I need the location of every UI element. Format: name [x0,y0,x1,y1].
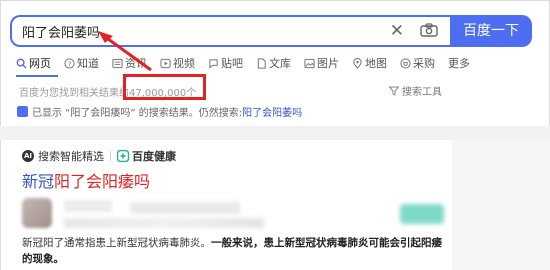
svg-text:?: ? [68,59,72,68]
search-box[interactable]: 阳了会阳萎吗 ✕ [10,15,450,47]
blurred-avatar [22,198,52,228]
ai-icon: AI [22,150,34,162]
document-icon [257,57,266,69]
result-title-link[interactable]: 新冠阳了会阳痿吗 [22,168,150,192]
tab-more[interactable]: 更多 [448,55,470,71]
news-icon [112,58,123,68]
blurred-author-title [130,202,240,214]
blurred-badge [400,204,444,224]
nav-tabs: 网页 ? 知道 资讯 视频 贴吧 文库 图片 地图 采购 更多 [16,54,483,72]
tab-wenku[interactable]: 文库 [256,55,291,71]
video-icon [160,58,171,68]
shopping-icon [400,57,411,69]
tab-map[interactable]: 地图 [352,55,387,71]
annotation-highlight-box [123,74,206,100]
filter-icon [389,86,399,96]
blurred-author-name [64,200,112,212]
health-icon [117,150,129,162]
original-query-link[interactable]: 阳了会阳萎吗 [242,104,302,119]
tab-web[interactable]: 网页 [16,55,51,71]
tab-news[interactable]: 资讯 [112,55,147,71]
tab-video[interactable]: 视频 [160,55,195,71]
result-snippet: 新冠阳了通常指患上新型冠状病毒肺炎。一般来说，患上新型冠状病毒肺炎可能会引起阳痿… [22,237,442,265]
active-tab-indicator [16,75,58,77]
image-icon [304,58,315,68]
tieba-icon [209,58,218,69]
card-source-row: AI 搜索智能精选 百度健康 [22,150,176,163]
search-icon [16,58,27,69]
tab-tieba[interactable]: 贴吧 [208,55,243,71]
info-icon [17,106,28,117]
search-button[interactable]: 百度一下 [450,15,532,47]
camera-icon[interactable] [420,23,438,37]
clear-icon[interactable]: ✕ [390,20,404,42]
tab-zhidao[interactable]: ? 知道 [64,55,99,71]
question-icon: ? [64,57,75,69]
tab-images[interactable]: 图片 [304,55,339,71]
blurred-author-info [64,218,264,228]
map-icon [353,57,362,69]
search-input[interactable]: 阳了会阳萎吗 [22,22,100,41]
spelling-correction-notice: 已显示 “阳了会阳痿吗” 的搜索结果。仍然搜索: 阳了会阳萎吗 [17,104,302,119]
search-tools-button[interactable]: 搜索工具 [389,83,442,98]
divider [110,151,111,161]
smart-result-card: AI 搜索智能精选 百度健康 新冠阳了会阳痿吗 新冠阳了通常指患上新型冠状病毒肺… [10,140,450,270]
section-divider [0,126,550,140]
right-column [452,140,550,270]
tab-shopping[interactable]: 采购 [400,55,435,71]
